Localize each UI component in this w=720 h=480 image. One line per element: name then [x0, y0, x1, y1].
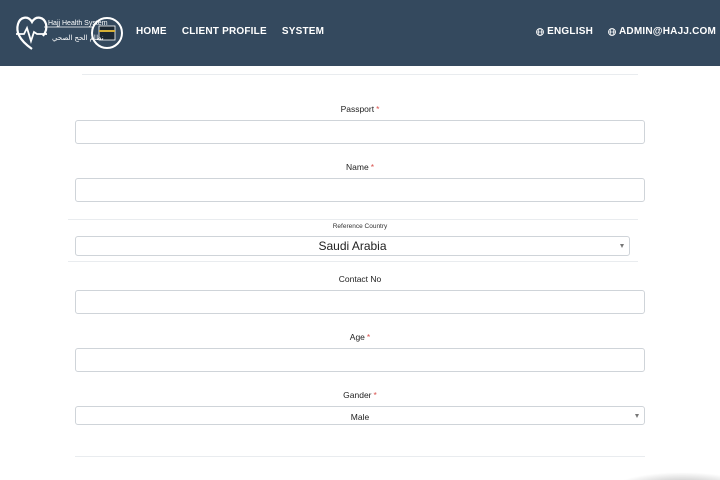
required-mark: * [373, 390, 377, 400]
language-menu[interactable]: ENGLISH [536, 26, 593, 37]
required-mark: * [370, 162, 374, 172]
nav-home[interactable]: HOME [136, 26, 167, 37]
language-label: ENGLISH [547, 26, 593, 37]
page-shadow [610, 472, 720, 480]
logo-text-en: Hajj Health System [48, 20, 108, 27]
contact-label: Contact No [75, 274, 645, 284]
divider [68, 261, 638, 262]
user-menu[interactable]: ADMIN@HAJJ.COM [608, 26, 716, 37]
contact-label-text: Contact No [338, 274, 382, 284]
chevron-down-icon [635, 413, 639, 418]
user-email: ADMIN@HAJJ.COM [619, 26, 716, 37]
name-input[interactable] [75, 178, 645, 202]
top-navbar: Hajj Health System نظام الحج الصحي HOME … [0, 0, 720, 66]
nav-system[interactable]: SYSTEM [282, 26, 324, 37]
contact-input[interactable] [75, 290, 645, 314]
nav-client-profile[interactable]: CLIENT PROFILE [182, 26, 267, 37]
chevron-down-icon [620, 244, 624, 248]
age-label-text: Age [349, 332, 365, 342]
divider [82, 74, 638, 75]
passport-input[interactable] [75, 120, 645, 144]
age-label: Age * [75, 332, 645, 342]
globe-icon [536, 27, 545, 36]
age-input[interactable] [75, 348, 645, 372]
reference-country-select[interactable]: Saudi Arabia [75, 236, 630, 256]
required-mark: * [366, 332, 371, 342]
globe-icon [608, 27, 616, 36]
name-label: Name * [75, 162, 645, 172]
gender-label: Gander * [75, 390, 645, 400]
gender-value: Male [350, 412, 370, 422]
heart-pulse-logo-icon [16, 16, 123, 50]
passport-label: Passport * [75, 104, 645, 114]
name-label-text: Name [346, 162, 369, 172]
logo-text-ar: نظام الحج الصحي [52, 35, 104, 42]
reference-country-label: Reference Country [75, 223, 645, 230]
reference-country-label-text: Reference Country [332, 223, 388, 230]
divider [68, 219, 638, 220]
reference-country-value: Saudi Arabia [318, 239, 387, 253]
passport-label-text: Passport [340, 104, 375, 114]
gender-select[interactable]: Male [75, 406, 645, 425]
required-mark: * [376, 104, 380, 114]
gender-label-text: Gander [343, 390, 372, 400]
divider [75, 456, 645, 457]
app-logo[interactable]: Hajj Health System نظام الحج الصحي [14, 11, 124, 55]
